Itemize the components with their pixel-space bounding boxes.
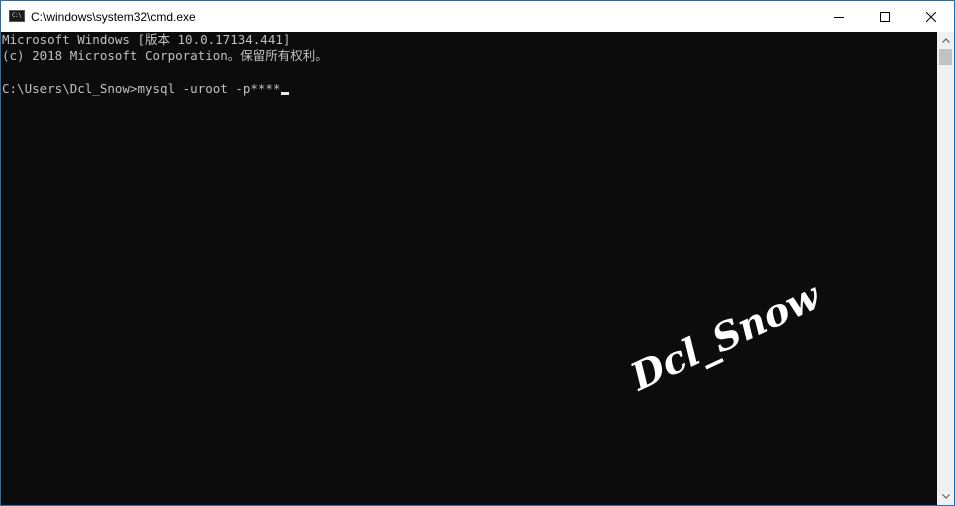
scroll-up-arrow-icon bbox=[941, 38, 950, 43]
console-output[interactable]: Microsoft Windows [版本 10.0.17134.441] (c… bbox=[1, 32, 937, 505]
close-button[interactable] bbox=[908, 1, 954, 32]
minimize-icon bbox=[834, 16, 844, 18]
minimize-button[interactable] bbox=[816, 1, 862, 32]
scroll-thumb[interactable] bbox=[939, 49, 952, 65]
scroll-down-button[interactable] bbox=[937, 488, 954, 505]
cmd-icon[interactable]: C:\ bbox=[9, 10, 25, 22]
console-prompt-line[interactable]: C:\Users\Dcl_Snow>mysql -uroot -p**** bbox=[2, 81, 290, 97]
vertical-scrollbar[interactable] bbox=[937, 32, 954, 505]
cmd-icon-label: C:\ bbox=[12, 12, 22, 19]
text-cursor bbox=[281, 92, 290, 95]
scroll-up-button[interactable] bbox=[937, 32, 954, 49]
console-command: C:\Users\Dcl_Snow>mysql -uroot -p**** bbox=[2, 81, 281, 96]
console-line-version: Microsoft Windows [版本 10.0.17134.441] bbox=[2, 32, 291, 47]
scroll-down-arrow-icon bbox=[941, 494, 950, 499]
maximize-icon bbox=[880, 11, 890, 22]
watermark-text: Dcl_Snow bbox=[623, 272, 827, 400]
window-title: C:\windows\system32\cmd.exe bbox=[31, 10, 196, 24]
maximize-button[interactable] bbox=[862, 1, 908, 32]
title-bar[interactable]: C:\ C:\windows\system32\cmd.exe bbox=[1, 1, 954, 32]
cmd-window: C:\ C:\windows\system32\cmd.exe Microsof… bbox=[0, 0, 955, 506]
close-icon bbox=[926, 11, 936, 22]
console-line-copyright: (c) 2018 Microsoft Corporation。保留所有权利。 bbox=[2, 48, 328, 63]
